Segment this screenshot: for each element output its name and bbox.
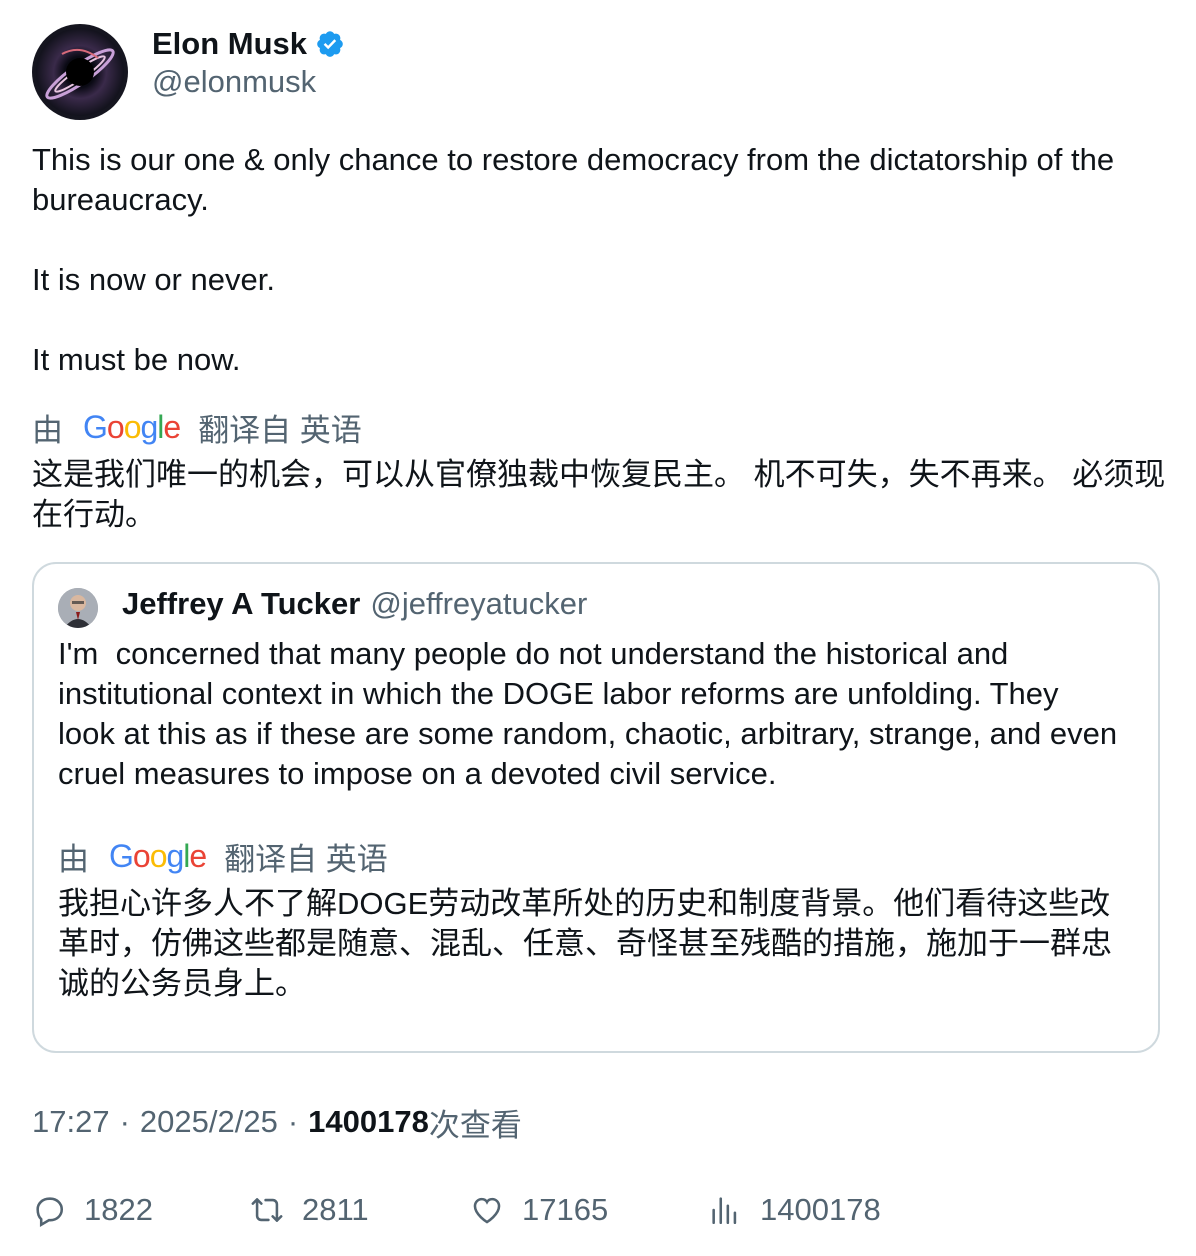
quoted-author-name[interactable]: Jeffrey A Tucker — [122, 586, 360, 622]
translation-text: 这是我们唯一的机会，可以从官僚独裁中恢复民主。 机不可失，失不再来。 必须现在行… — [32, 457, 1166, 532]
author-handle[interactable]: @elonmusk — [152, 64, 316, 100]
google-logo-icon: Google — [83, 408, 181, 445]
tweet-date[interactable]: 2025/2/25 — [140, 1104, 278, 1140]
translation-source: 翻译自 英语 — [198, 412, 362, 448]
quoted-translation: 由 Google 翻译自 英语 我担心许多人不了解DOGE劳动改革所处的历史和制… — [58, 836, 1128, 1004]
tweet-translation: 由 Google 翻译自 英语 这是我们唯一的机会，可以从官僚独裁中恢复民主。 … — [32, 407, 1172, 535]
heart-icon — [473, 1197, 501, 1224]
reply-icon — [36, 1197, 64, 1227]
quoted-author-handle[interactable]: @jeffreyatucker — [370, 586, 587, 622]
tweet-time[interactable]: 17:27 — [32, 1104, 110, 1140]
views-icon — [712, 1197, 737, 1225]
quoted-author-row: Jeffrey A Tucker @jeffreyatucker — [122, 584, 587, 624]
tweet-meta: 17:27 · 2025/2/25 · 1400178 次查看 — [32, 1100, 522, 1144]
tweet-text: This is our one & only chance to restore… — [32, 142, 1115, 377]
quoted-translation-source: 翻译自 英语 — [224, 841, 388, 877]
tweet-header: Elon Musk @elonmusk — [32, 24, 1132, 120]
author-name[interactable]: Elon Musk — [152, 26, 307, 62]
action-bar: 1822 2811 17165 1400178 — [32, 1188, 1172, 1232]
views-button[interactable]: 1400178 — [708, 1188, 881, 1232]
author-name-row: Elon Musk — [152, 24, 345, 64]
google-logo-icon: Google — [109, 837, 207, 874]
quoted-tweet-text: I'm concerned that many people do not un… — [58, 636, 1126, 791]
quoted-tweet[interactable]: Jeffrey A Tucker @jeffreyatucker I'm con… — [32, 562, 1160, 1053]
quoted-translation-text: 我担心许多人不了解DOGE劳动改革所处的历史和制度背景。他们看待这些改革时，仿佛… — [58, 886, 1112, 1001]
quoted-author-avatar[interactable] — [58, 588, 98, 628]
like-button[interactable]: 17165 — [470, 1188, 608, 1232]
verified-badge-icon — [315, 29, 345, 59]
meta-separator: · — [119, 1104, 130, 1139]
like-count: 17165 — [522, 1192, 609, 1227]
quoted-translation-prefix: 由 — [58, 841, 89, 877]
repost-button[interactable]: 2811 — [250, 1188, 369, 1232]
reply-count: 1822 — [84, 1192, 153, 1227]
view-count-label: 次查看 — [428, 1107, 522, 1143]
translation-attribution: 由 Google 翻译自 英语 — [32, 407, 1172, 448]
views-count: 1400178 — [760, 1192, 881, 1227]
author-avatar[interactable] — [32, 24, 128, 120]
repost-icon — [251, 1198, 283, 1222]
quoted-translation-attribution: 由 Google 翻译自 英语 — [58, 836, 1128, 877]
translation-prefix: 由 — [32, 412, 63, 448]
view-count: 1400178 — [308, 1104, 429, 1139]
meta-separator: · — [287, 1104, 299, 1139]
reply-button[interactable]: 1822 — [32, 1188, 153, 1232]
repost-count: 2811 — [302, 1192, 369, 1227]
